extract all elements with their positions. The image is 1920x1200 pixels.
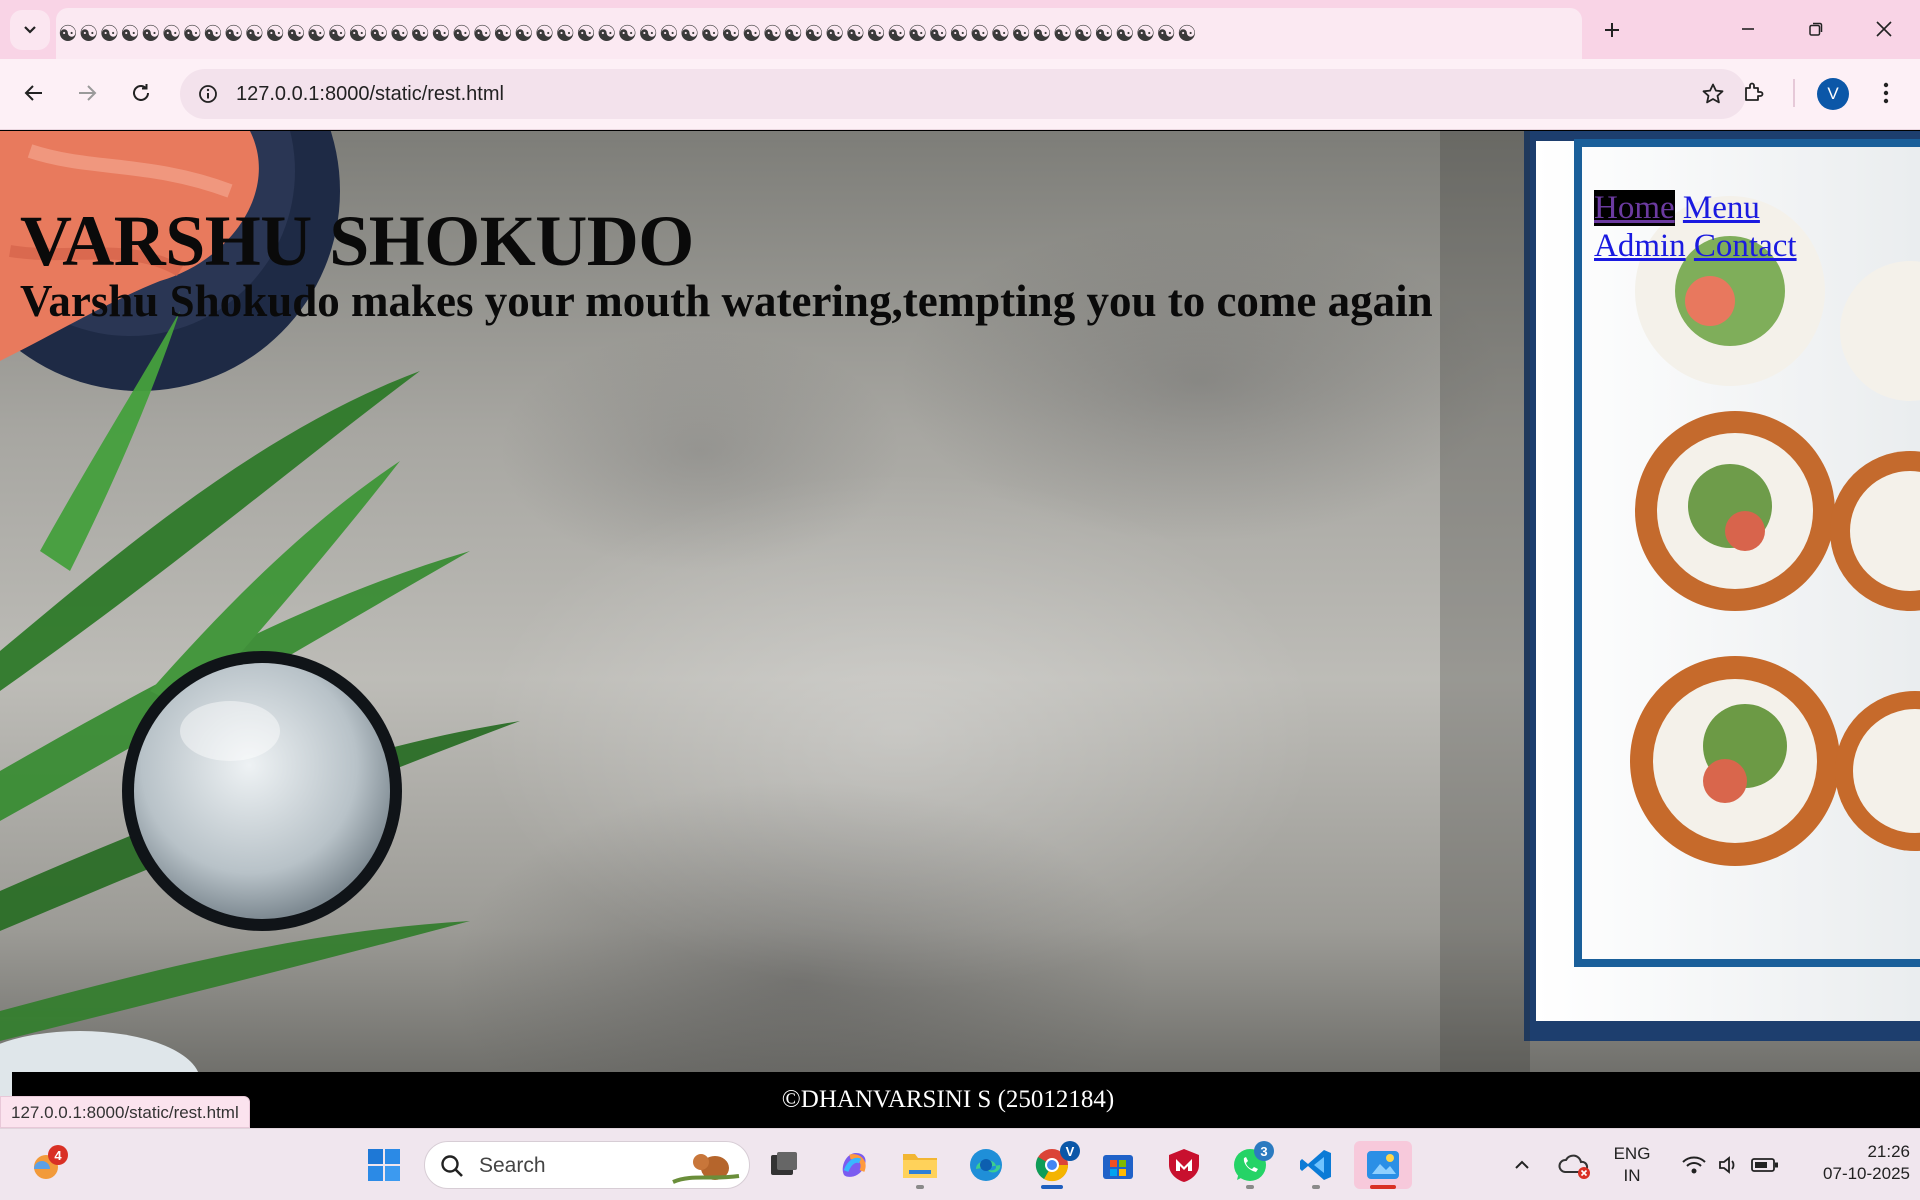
minimize-icon	[1742, 28, 1754, 30]
site-nav: Home Menu Admin Contact	[1594, 189, 1814, 265]
nav-link-home[interactable]: Home	[1594, 190, 1675, 226]
search-placeholder: Search	[479, 1154, 546, 1177]
wifi-icon	[1682, 1156, 1706, 1174]
mcafee-button[interactable]	[1160, 1141, 1208, 1189]
shield-icon	[1169, 1149, 1199, 1182]
taskbar-search[interactable]: Search	[424, 1141, 750, 1189]
task-view-icon	[771, 1152, 797, 1175]
page-viewport: VARSHU SHOKUDO Varshu Shokudo makes your…	[0, 131, 1920, 1128]
site-info-button[interactable]	[192, 78, 224, 110]
cloud-error-icon	[1558, 1154, 1590, 1179]
footer-copyright: ©DHANVARSINI S (25012184)	[781, 1086, 1115, 1113]
chevron-up-icon	[1515, 1160, 1529, 1169]
clock-time: 21:26	[1867, 1142, 1910, 1161]
tab-title: ☯☯☯☯☯☯☯☯☯☯☯☯☯☯☯☯☯☯☯☯☯☯☯☯☯☯☯☯☯☯☯☯☯☯☯☯☯☯☯☯…	[58, 23, 1198, 47]
clock[interactable]: 21:26 07-10-2025	[1790, 1141, 1910, 1185]
whatsapp-button[interactable]: 3	[1226, 1141, 1274, 1189]
nav-link-menu[interactable]: Menu	[1683, 190, 1760, 226]
volume-icon	[1719, 1156, 1735, 1174]
hero-heading: VARSHU SHOKUDO Varshu Shokudo makes your…	[20, 201, 1433, 327]
task-view-button[interactable]	[760, 1141, 808, 1189]
more-vert-icon	[1883, 82, 1889, 104]
quick-settings-button[interactable]	[1670, 1141, 1790, 1189]
squirrel-highlight-icon	[672, 1154, 740, 1184]
restore-button[interactable]	[1786, 6, 1846, 52]
status-bubble: 127.0.0.1:8000/static/rest.html	[0, 1096, 250, 1128]
restore-icon	[1809, 22, 1823, 36]
nav-link-contact[interactable]: Contact	[1694, 228, 1797, 264]
toolbar-divider	[1793, 79, 1795, 107]
onedrive-status[interactable]	[1550, 1141, 1600, 1189]
region-code: IN	[1623, 1166, 1641, 1185]
battery-icon	[1751, 1158, 1778, 1172]
search-icon	[441, 1155, 463, 1177]
site-title: VARSHU SHOKUDO	[20, 201, 694, 281]
store-icon	[1103, 1155, 1133, 1179]
edge-icon	[970, 1149, 1002, 1181]
address-bar[interactable]: 127.0.0.1:8000/static/rest.html	[180, 69, 1746, 119]
close-icon	[1876, 21, 1892, 37]
plus-icon	[1605, 23, 1619, 37]
reload-button[interactable]	[121, 73, 161, 113]
browser-toolbar: 127.0.0.1:8000/static/rest.html V	[0, 59, 1920, 130]
vscode-button[interactable]	[1292, 1141, 1340, 1189]
nav-link-admin[interactable]: Admin	[1594, 228, 1686, 264]
chrome-button[interactable]: V	[1028, 1141, 1080, 1189]
active-tab[interactable]: ☯☯☯☯☯☯☯☯☯☯☯☯☯☯☯☯☯☯☯☯☯☯☯☯☯☯☯☯☯☯☯☯☯☯☯☯☯☯☯☯…	[56, 8, 1582, 59]
running-indicator	[916, 1185, 924, 1189]
file-explorer-button[interactable]	[896, 1141, 944, 1189]
tab-search-button[interactable]	[10, 10, 50, 50]
clock-date: 07-10-2025	[1823, 1164, 1910, 1183]
back-button[interactable]	[14, 73, 54, 113]
extensions-button[interactable]	[1734, 72, 1774, 112]
language-code: ENG	[1613, 1144, 1651, 1163]
folder-icon	[903, 1154, 937, 1178]
chrome-profile-badge: V	[1060, 1141, 1080, 1161]
bookmark-button[interactable]	[1698, 79, 1728, 109]
paint-icon	[1367, 1151, 1399, 1179]
taskbar: 4 Search V 3 ENG IN 21:26 07-10-2025	[0, 1128, 1920, 1200]
edge-button[interactable]	[962, 1141, 1010, 1189]
active-indicator	[1370, 1185, 1396, 1189]
page-footer: ©DHANVARSINI S (25012184)	[12, 1072, 1920, 1128]
reload-icon	[133, 84, 149, 101]
info-icon	[199, 85, 217, 103]
url-text[interactable]: 127.0.0.1:8000/static/rest.html	[236, 83, 504, 105]
minimize-button[interactable]	[1718, 6, 1778, 52]
start-button[interactable]	[360, 1141, 408, 1189]
active-indicator	[1041, 1185, 1063, 1189]
close-window-button[interactable]	[1854, 6, 1914, 52]
running-indicator	[1312, 1185, 1320, 1189]
arrow-left-icon	[24, 85, 42, 101]
puzzle-icon	[1745, 82, 1764, 101]
arrow-right-icon	[79, 85, 97, 101]
copilot-button[interactable]	[830, 1141, 878, 1189]
star-icon	[1702, 83, 1724, 104]
running-indicator	[1246, 1185, 1254, 1189]
new-tab-button[interactable]	[1592, 12, 1632, 48]
paint-button[interactable]	[1354, 1141, 1412, 1189]
language-indicator[interactable]: ENG IN	[1604, 1143, 1660, 1187]
windows-icon	[368, 1149, 400, 1181]
tray-overflow-button[interactable]	[1502, 1141, 1542, 1189]
copilot-icon	[842, 1153, 866, 1177]
site-tagline: Varshu Shokudo makes your mouth watering…	[20, 276, 1433, 326]
tab-strip: ☯☯☯☯☯☯☯☯☯☯☯☯☯☯☯☯☯☯☯☯☯☯☯☯☯☯☯☯☯☯☯☯☯☯☯☯☯☯☯☯…	[0, 0, 1920, 59]
forward-button[interactable]	[67, 73, 107, 113]
notification-badge: 3	[1254, 1141, 1274, 1161]
weather-widget[interactable]: 4	[22, 1141, 70, 1189]
profile-avatar[interactable]: V	[1817, 78, 1849, 110]
notification-badge: 4	[48, 1145, 68, 1165]
vscode-icon	[1300, 1150, 1331, 1180]
browser-menu-button[interactable]	[1868, 73, 1904, 113]
store-button[interactable]	[1094, 1141, 1142, 1189]
chevron-down-icon	[24, 26, 36, 34]
